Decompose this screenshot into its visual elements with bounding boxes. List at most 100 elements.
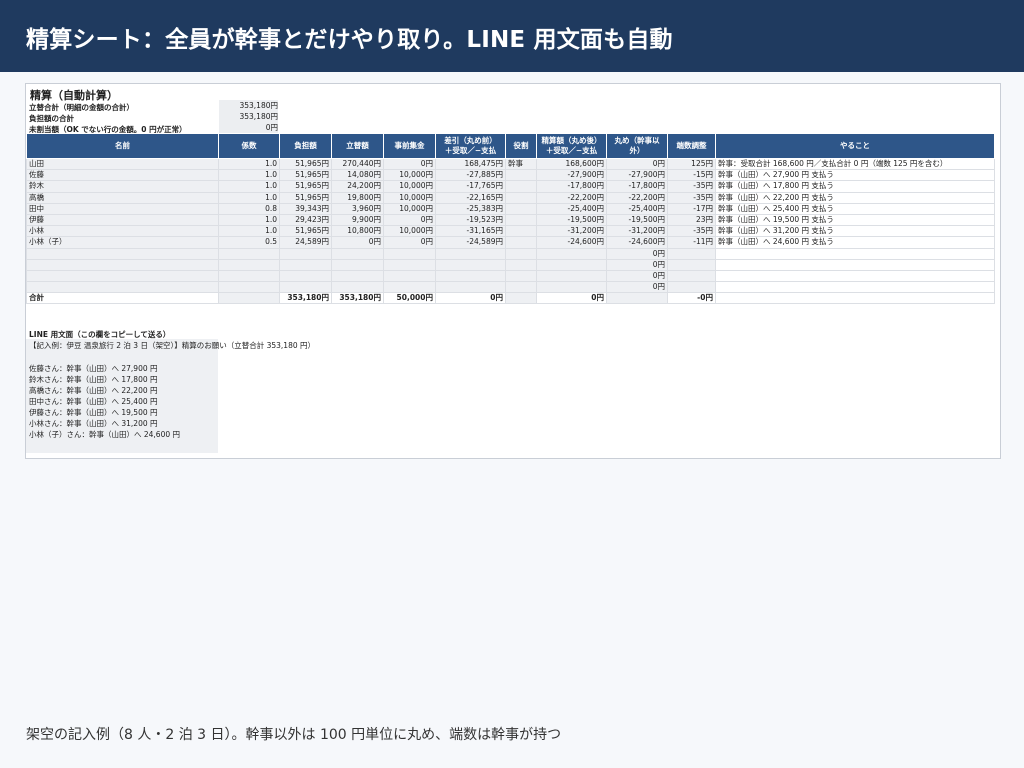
cell-adjust[interactable] bbox=[667, 247, 716, 260]
cell-role[interactable] bbox=[505, 236, 537, 249]
cell-adjust[interactable] bbox=[667, 269, 716, 283]
cell-diff[interactable]: -19,523円 bbox=[435, 213, 506, 227]
cell-diff[interactable]: -22,165円 bbox=[435, 191, 506, 204]
cell-coefficient[interactable] bbox=[218, 281, 280, 294]
total-cell-coefficient[interactable] bbox=[218, 292, 280, 305]
cell-settlement[interactable]: 168,600円 bbox=[536, 157, 607, 171]
cell-todo[interactable]: 幹事（山田）へ 19,500 円 支払う bbox=[715, 213, 995, 227]
cell-name[interactable] bbox=[26, 247, 219, 260]
cell-coefficient[interactable] bbox=[218, 269, 280, 283]
total-cell-prepaid[interactable]: 50,000円 bbox=[383, 292, 436, 305]
summary-value[interactable]: 353,180円 bbox=[219, 100, 278, 111]
cell-name[interactable] bbox=[26, 281, 219, 294]
cell-diff[interactable]: -24,589円 bbox=[435, 236, 506, 249]
cell-todo[interactable] bbox=[715, 269, 995, 283]
cell-adjust[interactable] bbox=[667, 258, 716, 271]
cell-rounding[interactable]: -17,800円 bbox=[606, 180, 668, 193]
cell-diff[interactable] bbox=[435, 269, 506, 283]
cell-diff[interactable]: -27,885円 bbox=[435, 169, 506, 182]
cell-coefficient[interactable]: 1.0 bbox=[218, 213, 280, 227]
cell-advance[interactable]: 19,800円 bbox=[331, 191, 384, 204]
cell-coefficient[interactable]: 1.0 bbox=[218, 225, 280, 238]
cell-prepaid[interactable]: 10,000円 bbox=[383, 225, 436, 238]
cell-name[interactable]: 小林（子） bbox=[26, 236, 219, 249]
cell-prepaid[interactable]: 10,000円 bbox=[383, 169, 436, 182]
cell-name[interactable]: 田中 bbox=[26, 202, 219, 215]
cell-role[interactable] bbox=[505, 269, 537, 283]
cell-advance[interactable]: 9,900円 bbox=[331, 213, 384, 227]
cell-adjust[interactable]: -35円 bbox=[667, 180, 716, 193]
total-cell-todo[interactable] bbox=[715, 292, 995, 305]
cell-burden[interactable] bbox=[279, 269, 332, 283]
cell-settlement[interactable] bbox=[536, 269, 607, 283]
cell-todo[interactable]: 幹事：受取合計 168,600 円／支払合計 0 円（端数 125 円を含む） bbox=[715, 157, 995, 171]
cell-advance[interactable]: 3,960円 bbox=[331, 202, 384, 215]
cell-role[interactable]: 幹事 bbox=[505, 157, 537, 171]
cell-todo[interactable] bbox=[715, 247, 995, 260]
cell-prepaid[interactable] bbox=[383, 247, 436, 260]
cell-burden[interactable]: 51,965円 bbox=[279, 169, 332, 182]
total-cell-diff[interactable]: 0円 bbox=[435, 292, 506, 305]
summary-value[interactable]: 0円 bbox=[219, 122, 278, 133]
total-cell-adjust[interactable]: -0円 bbox=[667, 292, 716, 305]
total-cell-name[interactable]: 合計 bbox=[26, 292, 219, 305]
cell-rounding[interactable]: 0円 bbox=[606, 281, 668, 294]
total-cell-rounding[interactable] bbox=[606, 292, 668, 305]
cell-rounding[interactable]: -22,200円 bbox=[606, 191, 668, 204]
cell-coefficient[interactable]: 0.8 bbox=[218, 202, 280, 215]
cell-settlement[interactable]: -17,800円 bbox=[536, 180, 607, 193]
cell-role[interactable] bbox=[505, 281, 537, 294]
cell-settlement[interactable]: -19,500円 bbox=[536, 213, 607, 227]
cell-name[interactable]: 佐藤 bbox=[26, 169, 219, 182]
cell-settlement[interactable] bbox=[536, 281, 607, 294]
cell-adjust[interactable]: 125円 bbox=[667, 157, 716, 171]
cell-adjust[interactable] bbox=[667, 281, 716, 294]
cell-role[interactable] bbox=[505, 169, 537, 182]
cell-coefficient[interactable]: 1.0 bbox=[218, 169, 280, 182]
cell-burden[interactable]: 51,965円 bbox=[279, 225, 332, 238]
cell-advance[interactable]: 14,080円 bbox=[331, 169, 384, 182]
cell-coefficient[interactable]: 1.0 bbox=[218, 157, 280, 171]
cell-rounding[interactable]: -24,600円 bbox=[606, 236, 668, 249]
cell-rounding[interactable]: 0円 bbox=[606, 258, 668, 271]
cell-burden[interactable]: 51,965円 bbox=[279, 157, 332, 171]
cell-role[interactable] bbox=[505, 213, 537, 227]
cell-adjust[interactable]: 23円 bbox=[667, 213, 716, 227]
total-cell-settlement[interactable]: 0円 bbox=[536, 292, 607, 305]
cell-coefficient[interactable]: 0.5 bbox=[218, 236, 280, 249]
cell-rounding[interactable]: -31,200円 bbox=[606, 225, 668, 238]
cell-burden[interactable]: 39,343円 bbox=[279, 202, 332, 215]
cell-role[interactable] bbox=[505, 202, 537, 215]
summary-value[interactable]: 353,180円 bbox=[219, 111, 278, 122]
cell-todo[interactable]: 幹事（山田）へ 24,600 円 支払う bbox=[715, 236, 995, 249]
cell-adjust[interactable]: -15円 bbox=[667, 169, 716, 182]
cell-settlement[interactable] bbox=[536, 258, 607, 271]
cell-role[interactable] bbox=[505, 258, 537, 271]
cell-diff[interactable]: -31,165円 bbox=[435, 225, 506, 238]
cell-prepaid[interactable]: 10,000円 bbox=[383, 191, 436, 204]
cell-todo[interactable]: 幹事（山田）へ 25,400 円 支払う bbox=[715, 202, 995, 215]
cell-todo[interactable] bbox=[715, 281, 995, 294]
total-cell-advance[interactable]: 353,180円 bbox=[331, 292, 384, 305]
cell-prepaid[interactable]: 0円 bbox=[383, 213, 436, 227]
cell-burden[interactable]: 24,589円 bbox=[279, 236, 332, 249]
cell-adjust[interactable]: -35円 bbox=[667, 191, 716, 204]
cell-burden[interactable] bbox=[279, 281, 332, 294]
cell-coefficient[interactable]: 1.0 bbox=[218, 180, 280, 193]
cell-advance[interactable] bbox=[331, 258, 384, 271]
cell-todo[interactable]: 幹事（山田）へ 31,200 円 支払う bbox=[715, 225, 995, 238]
total-cell-role[interactable] bbox=[505, 292, 537, 305]
cell-todo[interactable]: 幹事（山田）へ 17,800 円 支払う bbox=[715, 180, 995, 193]
cell-burden[interactable]: 51,965円 bbox=[279, 180, 332, 193]
cell-coefficient[interactable] bbox=[218, 258, 280, 271]
cell-burden[interactable]: 29,423円 bbox=[279, 213, 332, 227]
cell-adjust[interactable]: -35円 bbox=[667, 225, 716, 238]
cell-settlement[interactable]: -27,900円 bbox=[536, 169, 607, 182]
cell-adjust[interactable]: -17円 bbox=[667, 202, 716, 215]
cell-settlement[interactable]: -24,600円 bbox=[536, 236, 607, 249]
cell-prepaid[interactable] bbox=[383, 258, 436, 271]
cell-name[interactable] bbox=[26, 258, 219, 271]
cell-role[interactable] bbox=[505, 191, 537, 204]
cell-burden[interactable] bbox=[279, 247, 332, 260]
cell-diff[interactable] bbox=[435, 281, 506, 294]
